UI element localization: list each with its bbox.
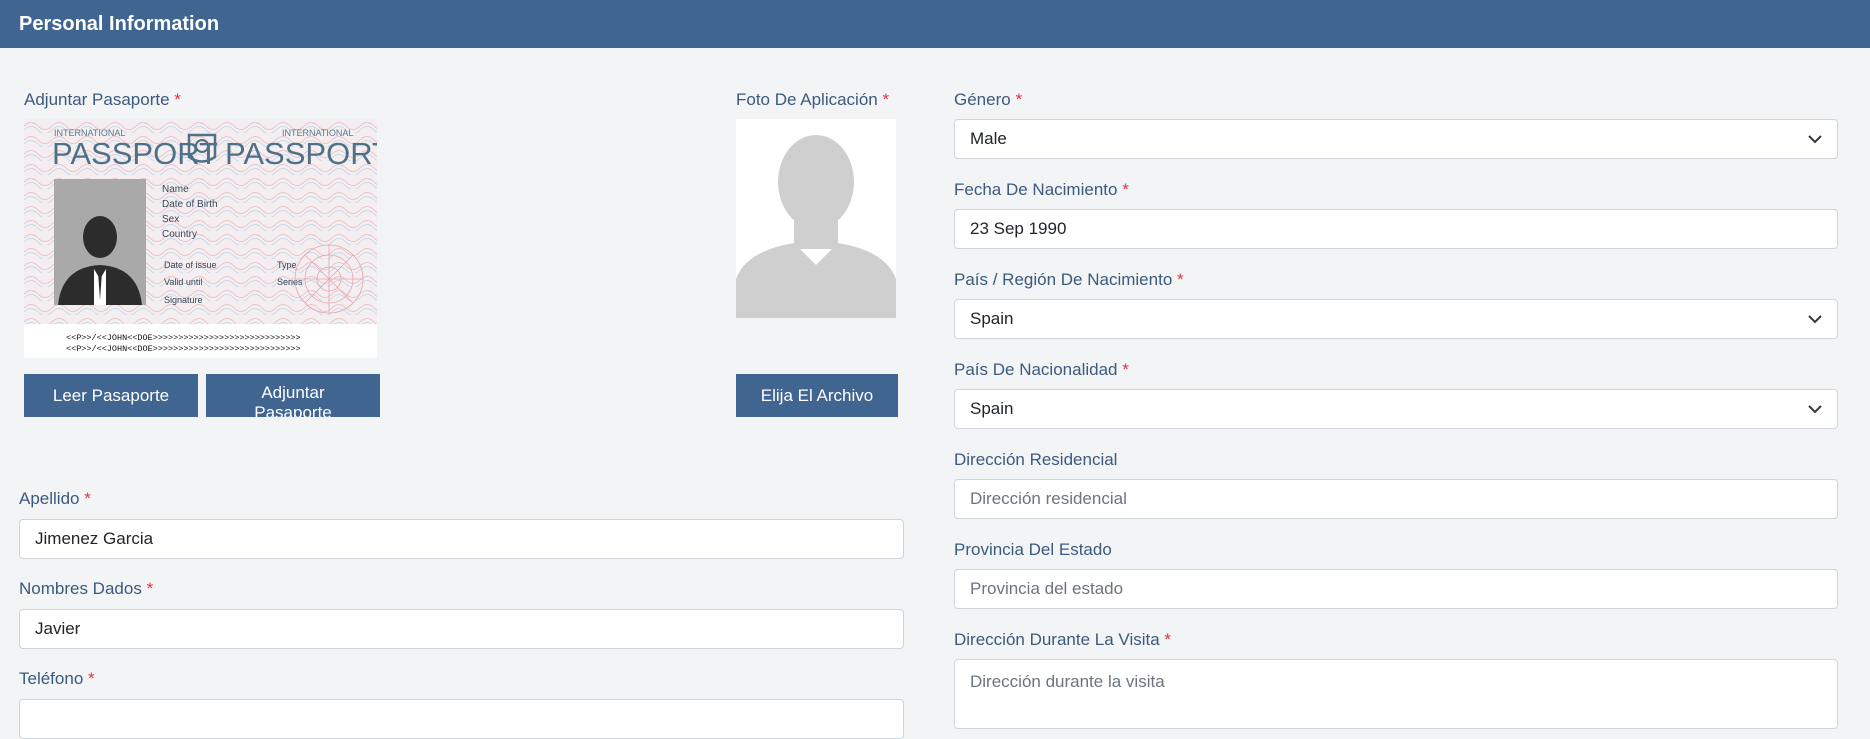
chevron-down-icon (1808, 135, 1822, 144)
passport-rosette (294, 244, 364, 314)
nacionalidad-value: Spain (970, 399, 1014, 418)
genero-value: Male (970, 129, 1007, 148)
pais-nacimiento-value: Spain (970, 309, 1014, 328)
passport-field-dob: Date of Birth (162, 199, 218, 210)
passport-image: INTERNATIONAL PASSPORT INTERNATIONAL PAS… (24, 119, 377, 358)
fecha-input[interactable]: 23 Sep 1990 (954, 209, 1838, 249)
direccion-input[interactable]: Dirección residencial (954, 479, 1838, 519)
fecha-label: Fecha De Nacimiento * (954, 180, 1129, 199)
provincia-label: Provincia Del Estado (954, 540, 1112, 559)
nacionalidad-select[interactable]: Spain (954, 389, 1838, 429)
nombres-input[interactable]: Javier (19, 609, 904, 649)
passport-field-signature: Signature (164, 295, 203, 305)
passport-field-name: Name (162, 184, 189, 195)
nacionalidad-label: País De Nacionalidad * (954, 360, 1129, 379)
passport-field-issue: Date of issue (164, 260, 217, 270)
required-mark: * (88, 669, 95, 688)
genero-select[interactable]: Male (954, 119, 1838, 159)
nombres-label: Nombres Dados * (19, 579, 154, 598)
apellido-input[interactable]: Jimenez Garcia (19, 519, 904, 559)
photo-label: Foto De Aplicación * (736, 90, 890, 109)
passport-illustration: INTERNATIONAL PASSPORT INTERNATIONAL PAS… (24, 119, 377, 358)
section-title: Personal Information (19, 12, 220, 35)
passport-mrz-line-1: <<P>>/<<JOHN<<DOE>>>>>>>>>>>>>>>>>>>>>>>… (66, 333, 301, 343)
required-mark: * (146, 579, 154, 598)
passport-field-type: Type (277, 260, 297, 270)
passport-field-country: Country (162, 229, 197, 240)
passport-title-right: PASSPORT (225, 136, 377, 171)
passport-mrz-line-2: <<P>>/<<JOHN<<DOE>>>>>>>>>>>>>>>>>>>>>>>… (66, 344, 301, 354)
person-silhouette-icon (736, 135, 896, 318)
attach-passport-button[interactable]: Adjuntar Pasaporte (206, 374, 380, 417)
passport-label: Adjuntar Pasaporte * (24, 90, 181, 109)
direccion-visita-textarea[interactable]: Dirección durante la visita (954, 659, 1838, 729)
direccion-visita-label: Dirección Durante La Visita * (954, 630, 1172, 649)
chevron-down-icon (1808, 405, 1822, 414)
photo-placeholder (736, 119, 896, 318)
telefono-input[interactable] (19, 699, 904, 739)
read-passport-button[interactable]: Leer Pasaporte (24, 374, 198, 417)
required-mark: * (174, 90, 181, 109)
passport-field-valid: Valid until (164, 277, 202, 287)
passport-title-left: PASSPORT (52, 136, 218, 171)
required-mark: * (1015, 90, 1023, 109)
passport-field-series: Series (277, 277, 303, 287)
required-mark: * (1122, 180, 1129, 199)
required-mark: * (1177, 270, 1184, 289)
passport-field-sex: Sex (162, 214, 179, 225)
genero-label: Género * (954, 90, 1023, 109)
required-mark: * (882, 90, 890, 109)
pais-nacimiento-select[interactable]: Spain (954, 299, 1838, 339)
choose-file-button[interactable]: Elija El Archivo (736, 374, 898, 417)
pais-nacimiento-label: País / Región De Nacimiento * (954, 270, 1184, 289)
direccion-label: Dirección Residencial (954, 450, 1118, 469)
required-mark: * (1164, 630, 1172, 649)
personal-information-form: Adjuntar Pasaporte * INTERNATIONAL PASSP… (0, 48, 1870, 739)
apellido-label: Apellido * (19, 489, 91, 508)
required-mark: * (84, 489, 91, 508)
telefono-label: Teléfono * (19, 669, 95, 688)
section-header: Personal Information (0, 0, 1870, 48)
chevron-down-icon (1808, 315, 1822, 324)
provincia-input[interactable]: Provincia del estado (954, 569, 1838, 609)
required-mark: * (1122, 360, 1129, 379)
